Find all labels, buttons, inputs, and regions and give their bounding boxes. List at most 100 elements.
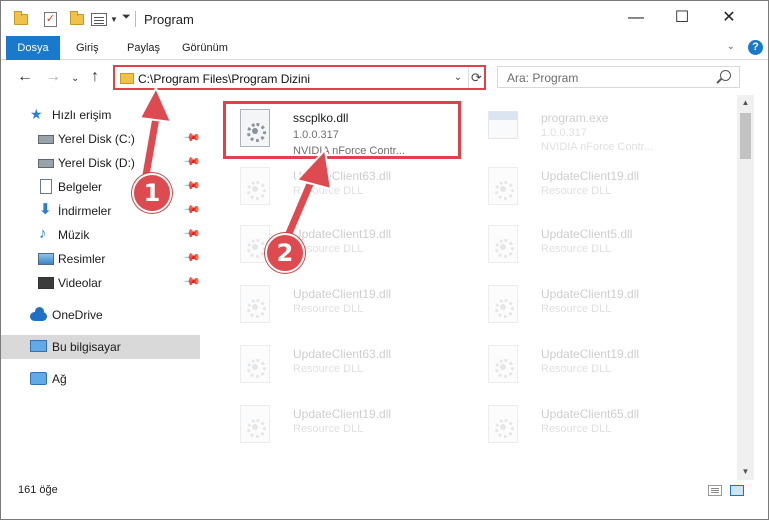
- search-icon[interactable]: [720, 70, 731, 81]
- sidebar-item-label: Ağ: [52, 372, 67, 386]
- sidebar-item-music[interactable]: ♪ Müzik 📌: [0, 223, 201, 247]
- ribbon: Dosya Giriş Paylaş Görünüm ⌄ ?: [0, 36, 769, 60]
- file-item[interactable]: UpdateClient5.dll Resource DLL: [473, 217, 709, 281]
- navigation-pane: ★ Hızlı erişim Yerel Disk (C:) 📌 Yerel D…: [0, 95, 201, 465]
- close-button[interactable]: ✕: [706, 0, 752, 36]
- address-path[interactable]: C:\Program Files\Program Dizini: [138, 72, 310, 86]
- file-item[interactable]: UpdateClient19.dll Resource DLL: [225, 397, 461, 461]
- file-item-sscplko[interactable]: sscplko.dll 1.0.0.317 NVIDIA nForce Cont…: [225, 101, 461, 165]
- file-item[interactable]: UpdateClient63.dll Resource DLL: [225, 159, 461, 223]
- pin-icon[interactable]: 📌: [182, 272, 201, 291]
- help-icon[interactable]: ?: [748, 40, 763, 55]
- file-name: UpdateClient19.dll: [541, 287, 640, 301]
- sidebar-item-quick-access[interactable]: ★ Hızlı erişim: [0, 103, 200, 127]
- cloud-icon: [30, 307, 47, 323]
- large-icons-view-icon[interactable]: [730, 485, 744, 496]
- file-item[interactable]: UpdateClient63.dll Resource DLL: [225, 337, 461, 401]
- dll-file-icon: [488, 285, 518, 323]
- file-type: Resource DLL: [541, 243, 612, 255]
- maximize-button[interactable]: ☐: [659, 0, 705, 36]
- pin-icon[interactable]: 📌: [182, 176, 201, 195]
- pin-icon[interactable]: 📌: [182, 200, 201, 219]
- sidebar-item-local-disk-d[interactable]: Yerel Disk (D:) 📌: [0, 151, 201, 175]
- dll-file-icon: [488, 345, 518, 383]
- pin-icon[interactable]: 📌: [182, 224, 201, 243]
- file-description: NVIDIA nForce Contr...: [293, 145, 405, 157]
- search-input[interactable]: Ara: Program: [497, 66, 740, 88]
- file-item[interactable]: UpdateClient19.dll Resource DLL: [225, 277, 461, 341]
- file-name: UpdateClient65.dll: [541, 407, 640, 421]
- tab-share[interactable]: Paylaş: [117, 36, 170, 60]
- dll-file-icon: [240, 109, 270, 147]
- network-icon: [30, 372, 47, 386]
- minimize-button[interactable]: —: [613, 0, 659, 36]
- documents-icon: [38, 179, 54, 194]
- file-type: Resource DLL: [541, 185, 612, 197]
- customize-toolbar-icon[interactable]: ⏷: [122, 8, 131, 26]
- item-count: 161 öğe: [18, 484, 58, 496]
- dll-file-icon: [240, 167, 270, 205]
- sidebar-item-pictures[interactable]: Resimler 📌: [0, 247, 201, 271]
- properties-check-icon[interactable]: ✓: [44, 10, 57, 28]
- file-type: Resource DLL: [293, 423, 364, 435]
- up-button[interactable]: ↑: [91, 68, 99, 86]
- file-type: Resource DLL: [293, 363, 364, 375]
- tab-view[interactable]: Görünüm: [172, 36, 238, 60]
- file-name: UpdateClient19.dll: [541, 347, 640, 361]
- quick-access-dropdown-icon[interactable]: ▼: [110, 10, 118, 28]
- tab-file[interactable]: Dosya: [6, 36, 60, 60]
- address-bar[interactable]: C:\Program Files\Program Dizini ⌄ ⟳: [113, 65, 486, 90]
- file-name: UpdateClient19.dll: [293, 227, 392, 241]
- sidebar-item-network[interactable]: Ağ: [0, 367, 200, 391]
- sidebar-item-label: Videolar: [58, 276, 102, 290]
- folder-icon: [120, 73, 134, 84]
- file-name: sscplko.dll: [293, 111, 349, 125]
- vertical-scrollbar[interactable]: ▲ ▼: [737, 95, 754, 480]
- sidebar-item-downloads[interactable]: ⬇ İndirmeler 📌: [0, 199, 201, 223]
- pin-icon[interactable]: 📌: [182, 248, 201, 267]
- scroll-thumb[interactable]: [740, 113, 751, 159]
- file-type: Resource DLL: [541, 423, 612, 435]
- file-item[interactable]: UpdateClient19.dll Resource DLL: [473, 159, 709, 223]
- forward-button[interactable]: →: [45, 68, 61, 86]
- file-item[interactable]: UpdateClient19.dll Resource DLL: [473, 277, 709, 341]
- sidebar-item-label: Resimler: [58, 252, 106, 266]
- disk-icon: [38, 132, 54, 146]
- rename-icon[interactable]: [91, 10, 107, 28]
- file-item[interactable]: UpdateClient65.dll Resource DLL: [473, 397, 709, 461]
- file-item[interactable]: UpdateClient19.dll Resource DLL: [225, 217, 461, 281]
- file-item-program-exe[interactable]: program.exe 1.0.0.317 NVIDIA nForce Cont…: [473, 101, 709, 165]
- pin-icon[interactable]: 📌: [182, 128, 201, 147]
- back-button[interactable]: ←: [17, 68, 33, 86]
- disk-icon: [38, 156, 54, 170]
- details-view-icon[interactable]: [708, 485, 722, 496]
- sidebar-item-this-pc[interactable]: Bu bilgisayar: [0, 335, 200, 359]
- address-dropdown-button[interactable]: ⌄: [449, 67, 467, 88]
- sidebar-item-videos[interactable]: Videolar 📌: [0, 271, 201, 295]
- sidebar-item-local-disk-c[interactable]: Yerel Disk (C:) 📌: [0, 127, 201, 151]
- download-icon: ⬇: [39, 201, 52, 218]
- tab-home[interactable]: Giriş: [66, 36, 109, 60]
- pin-icon[interactable]: 📌: [182, 152, 201, 171]
- sidebar-item-onedrive[interactable]: OneDrive: [0, 303, 200, 327]
- sidebar-item-label: Bu bilgisayar: [52, 340, 121, 354]
- sidebar-item-label: Müzik: [58, 228, 90, 242]
- sidebar-item-label: Yerel Disk (C:): [58, 132, 135, 146]
- dll-file-icon: [488, 405, 518, 443]
- file-item[interactable]: UpdateClient19.dll Resource DLL: [473, 337, 709, 401]
- file-type: Resource DLL: [293, 185, 364, 197]
- scroll-up-button[interactable]: ▲: [737, 95, 754, 111]
- step-badge-1: 1: [132, 173, 172, 213]
- recent-locations-button[interactable]: ⌄: [71, 70, 79, 88]
- title-separator: [135, 11, 136, 27]
- new-folder-icon[interactable]: [70, 10, 84, 28]
- scroll-down-button[interactable]: ▼: [737, 464, 754, 480]
- refresh-button[interactable]: ⟳: [468, 67, 484, 88]
- file-list: sscplko.dll 1.0.0.317 NVIDIA nForce Cont…: [205, 95, 737, 465]
- dll-file-icon: [240, 345, 270, 383]
- file-type: Resource DLL: [541, 363, 612, 375]
- file-name: UpdateClient63.dll: [293, 347, 392, 361]
- file-name: UpdateClient63.dll: [293, 169, 392, 183]
- ribbon-expand-icon[interactable]: ⌄: [727, 41, 735, 52]
- file-type: Resource DLL: [293, 303, 364, 315]
